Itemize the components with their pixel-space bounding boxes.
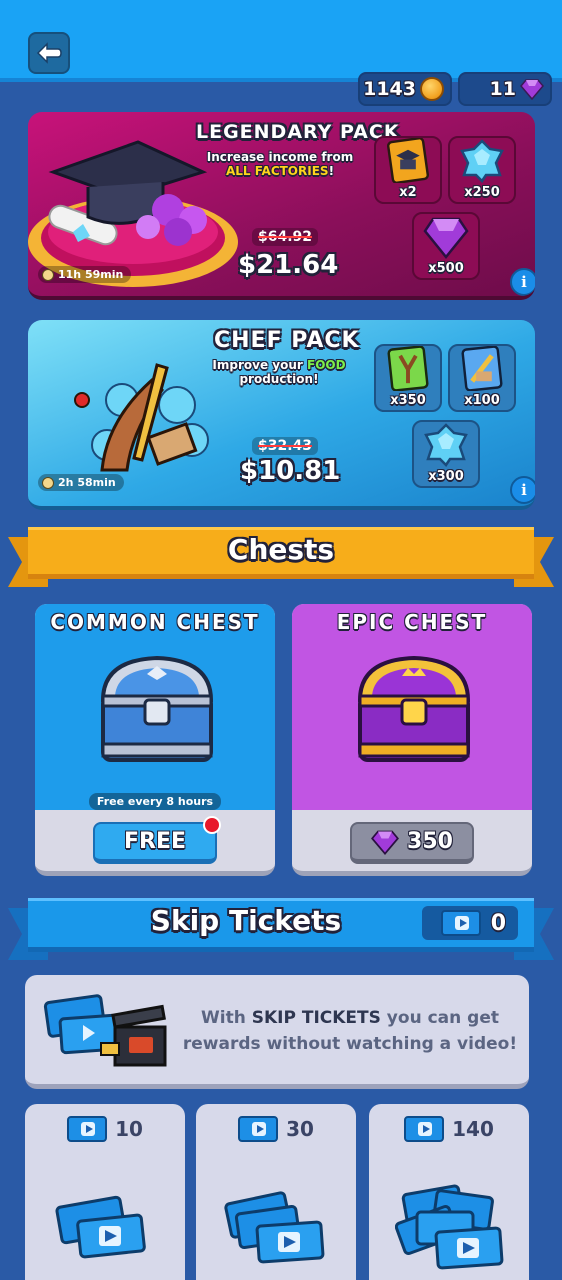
chests-banner: Chests xyxy=(8,527,554,589)
back-button[interactable] xyxy=(28,32,70,74)
skip-tickets-banner: Skip Tickets 0 xyxy=(8,898,554,962)
slingshot-card-icon xyxy=(387,346,429,391)
legendary-pack-title: LEGENDARY PACK xyxy=(196,121,400,143)
tickets-clapperboard-icon xyxy=(43,994,167,1067)
chef-tools-icon xyxy=(74,363,209,472)
legendary-item-crystal: x250 xyxy=(448,136,516,204)
info-icon: i xyxy=(521,481,527,499)
coin-icon xyxy=(420,77,444,101)
legendary-desc-line1: Increase income from xyxy=(206,150,354,164)
skip-info-text: With SKIP TICKETS you can get rewards wi… xyxy=(175,1005,525,1057)
ticket-icon xyxy=(440,910,481,936)
top-bar xyxy=(0,0,562,82)
chef-desc-line2: production! xyxy=(239,372,319,386)
chef-timer-text: 2h 58min xyxy=(58,476,116,489)
chests-section-title: Chests xyxy=(227,533,335,566)
epic-chest-title: EPIC CHEST xyxy=(336,610,488,634)
legendary-item-qty: x2 xyxy=(399,185,417,200)
blue-crystal-icon xyxy=(460,139,504,183)
epic-chest-card[interactable]: EPIC CHEST 350 xyxy=(292,604,532,876)
skip-ticket-counter: 0 xyxy=(422,906,518,940)
ticket-offer-card[interactable]: 30 xyxy=(196,1104,356,1280)
ticket-offer-amount: 140 xyxy=(452,1117,494,1141)
chef-item-qty: x350 xyxy=(390,393,426,408)
legendary-item-hat-card: x2 xyxy=(374,136,442,204)
chef-timer: 2h 58min xyxy=(38,474,124,491)
notification-dot xyxy=(203,816,221,834)
gem-counter[interactable]: 11 xyxy=(458,72,552,106)
legendary-pack-description: Increase income from ALL FACTORIES! xyxy=(200,150,360,178)
ticket-offer-card[interactable]: 140 xyxy=(369,1104,529,1280)
chef-desc-prefix: Improve your xyxy=(212,358,307,372)
chef-item-knife-card: x100 xyxy=(448,344,516,412)
skip-info-bold: SKIP TICKETS xyxy=(251,1008,381,1028)
common-chest-note-text: Free every 8 hours xyxy=(88,793,222,810)
chef-item-crystal: x300 xyxy=(412,420,480,488)
back-arrow-icon xyxy=(36,42,62,64)
ticket-offer-card[interactable]: 10 xyxy=(25,1104,185,1280)
purple-gem-icon xyxy=(423,217,469,259)
ticket-stack-medium-icon xyxy=(224,1191,325,1264)
gem-icon xyxy=(520,79,544,100)
blue-crystal-icon xyxy=(424,423,468,467)
ticket-offer-amount: 10 xyxy=(115,1117,143,1141)
epic-chest-price: 350 xyxy=(407,829,453,854)
free-chest-button[interactable]: FREE xyxy=(93,822,217,864)
chef-item-qty: x300 xyxy=(428,469,464,484)
legendary-info-button[interactable]: i xyxy=(510,268,535,296)
common-chest-card[interactable]: COMMON CHEST Free every 8 hours FREE xyxy=(35,604,275,876)
coin-amount: 1143 xyxy=(363,78,416,100)
skip-info-prefix: With xyxy=(201,1008,252,1028)
legendary-timer: 11h 59min xyxy=(38,266,132,283)
ticket-icon xyxy=(404,1116,445,1142)
legendary-item-qty: x250 xyxy=(464,185,500,200)
epic-chest-icon xyxy=(357,655,471,762)
free-button-label: FREE xyxy=(123,829,187,854)
ticket-offer-amount: 30 xyxy=(286,1117,314,1141)
clock-icon xyxy=(42,268,54,281)
ticket-icon xyxy=(67,1116,108,1142)
ticket-stack-large-icon xyxy=(395,1184,504,1270)
epic-chest-buy-button[interactable]: 350 xyxy=(350,822,474,864)
common-chest-icon xyxy=(100,655,214,762)
skip-ticket-count: 0 xyxy=(490,910,506,936)
legendary-price: $21.64 xyxy=(238,250,339,280)
legendary-item-gem: x500 xyxy=(412,212,480,280)
chef-pack-card[interactable]: CHEF PACK Improve your FOOD production! … xyxy=(28,320,535,510)
chef-info-button[interactable]: i xyxy=(510,476,535,504)
common-chest-note: Free every 8 hours xyxy=(35,790,275,810)
ticket-stack-small-icon xyxy=(55,1195,146,1259)
legendary-old-price: $64.92 xyxy=(252,228,319,246)
skip-tickets-info-card: With SKIP TICKETS you can get rewards wi… xyxy=(25,975,529,1089)
common-chest-title: COMMON CHEST xyxy=(50,610,260,634)
gem-amount: 11 xyxy=(489,78,516,100)
chef-item-slingshot-card: x350 xyxy=(374,344,442,412)
clock-icon xyxy=(42,476,54,489)
chef-item-qty: x100 xyxy=(464,393,500,408)
coin-counter[interactable]: 1143 xyxy=(358,72,452,106)
chef-pack-title: CHEF PACK xyxy=(214,328,360,353)
gem-icon xyxy=(371,830,400,855)
chef-old-price: $32.43 xyxy=(252,437,319,455)
legendary-timer-text: 11h 59min xyxy=(58,268,124,281)
hat-card-icon xyxy=(386,138,430,183)
chef-desc-highlight: FOOD xyxy=(307,358,346,372)
info-icon: i xyxy=(521,273,527,291)
legendary-item-qty: x500 xyxy=(428,261,464,276)
legendary-desc-highlight: ALL FACTORIES xyxy=(225,164,329,178)
knife-card-icon xyxy=(461,346,503,391)
chef-price: $10.81 xyxy=(240,456,341,486)
legendary-desc-end: ! xyxy=(328,164,335,178)
ticket-icon xyxy=(238,1116,279,1142)
legendary-pack-card[interactable]: LEGENDARY PACK Increase income from ALL … xyxy=(28,112,535,300)
chef-pack-description: Improve your FOOD production! xyxy=(204,358,354,386)
